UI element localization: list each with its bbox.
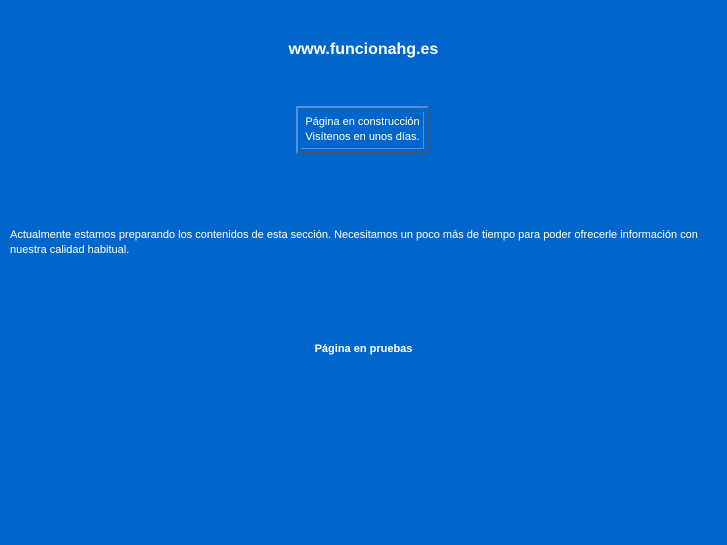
page-status: Página en pruebas	[314, 343, 413, 355]
section-description: Actualmente estamos preparando los conte…	[10, 229, 698, 256]
construction-notice-line1: Página en construcción	[305, 116, 420, 128]
construction-notice-line2: Visítenos en unos días.	[305, 131, 420, 143]
construction-notice-box: Página en construcción Visítenos en unos…	[296, 106, 429, 154]
construction-notice-inner: Página en construcción Visítenos en unos…	[301, 111, 424, 149]
site-title: www.funcionahg.es	[288, 41, 439, 58]
